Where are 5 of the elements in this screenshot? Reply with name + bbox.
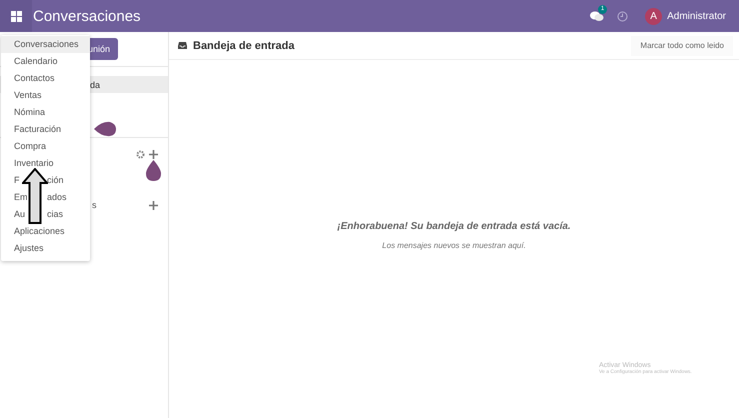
empty-subtitle: Los mensajes nuevos se muestran aquí.: [382, 241, 526, 250]
section-label: s: [92, 200, 98, 210]
empty-title: ¡Enhorabuena! Su bandeja de entrada está vacía.: [337, 221, 571, 232]
app-title: Conversaciones: [33, 8, 141, 24]
page-title: Bandeja de entrada: [193, 40, 294, 52]
